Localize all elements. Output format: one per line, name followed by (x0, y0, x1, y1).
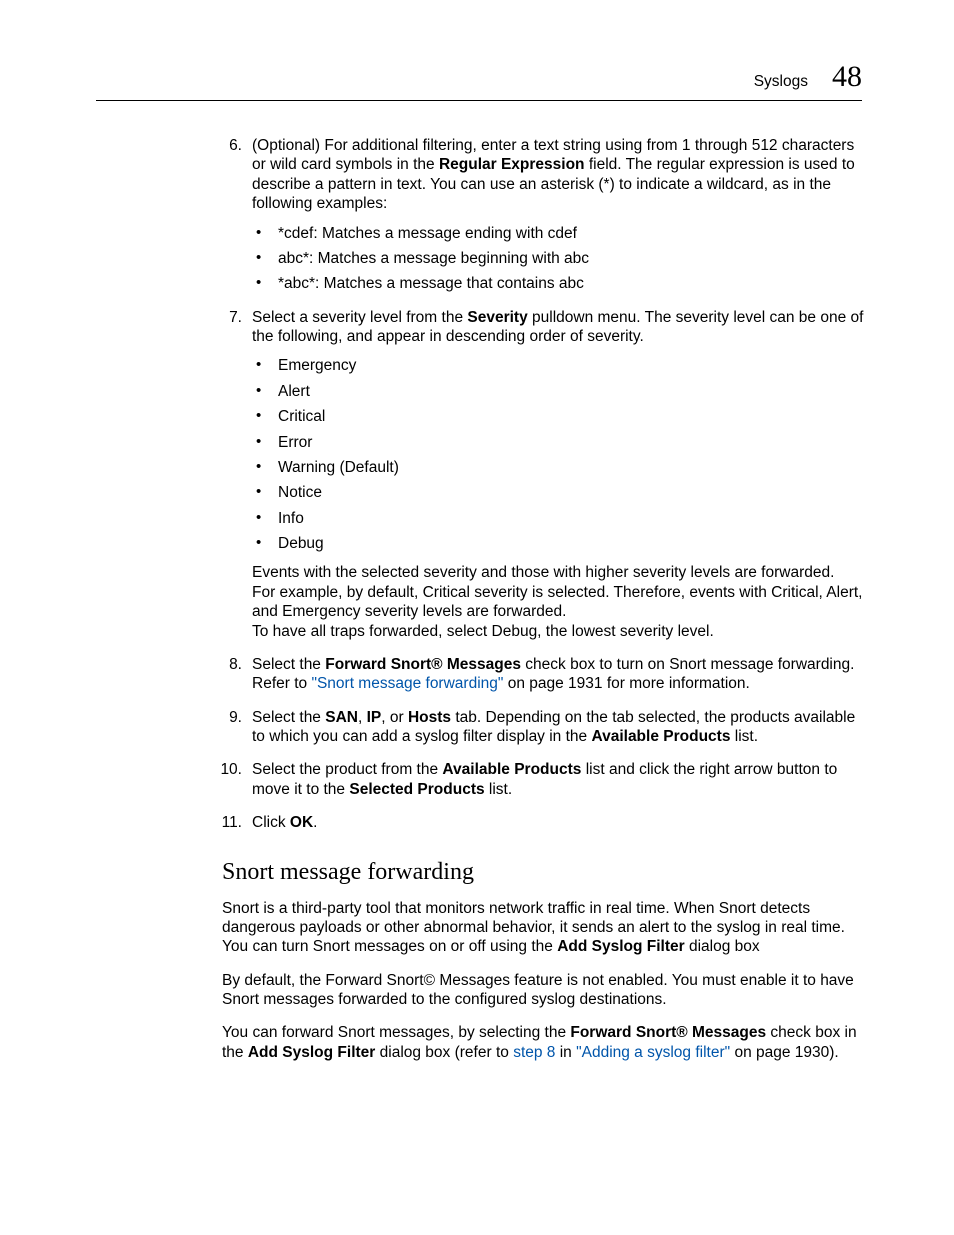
step-number: 10. (220, 760, 242, 779)
step-number: 9. (220, 708, 242, 727)
step-9: 9. Select the SAN, IP, or Hosts tab. Dep… (222, 708, 872, 747)
text: Alert (278, 383, 310, 400)
bullet-item: Alert (252, 382, 872, 401)
step-number: 11. (220, 813, 242, 832)
text: To have all traps forwarded, select Debu… (252, 622, 872, 641)
bullet-item: Debug (252, 534, 872, 553)
header-rule (96, 100, 862, 101)
text: Events with the selected severity and th… (252, 563, 872, 582)
text: dialog box (refer to (375, 1044, 513, 1061)
text: list. (485, 781, 513, 798)
step-number: 7. (220, 308, 242, 327)
step-body: Click OK. (252, 813, 872, 832)
step-7: 7. Select a severity level from the Seve… (222, 308, 872, 641)
bold-text: Forward Snort® Messages (570, 1024, 766, 1041)
paragraph: Snort is a third-party tool that monitor… (222, 899, 872, 957)
step-body: Select the Forward Snort® Messages check… (252, 655, 872, 694)
bullet-item: Notice (252, 483, 872, 502)
step-trailing: Events with the selected severity and th… (252, 563, 872, 641)
text: Info (278, 510, 304, 527)
step-number: 6. (220, 136, 242, 155)
bullet-list: *cdef: Matches a message ending with cde… (252, 224, 872, 294)
text: , or (381, 709, 408, 726)
text: abc*: Matches a message beginning with a… (278, 250, 589, 267)
text: Notice (278, 484, 322, 501)
text: Select the product from the (252, 761, 442, 778)
text: *abc*: Matches a message that contains a… (278, 275, 584, 292)
step-11: 11. Click OK. (222, 813, 872, 832)
text: Select the (252, 656, 325, 673)
paragraph: You can forward Snort messages, by selec… (222, 1023, 872, 1062)
text: in (555, 1044, 576, 1061)
bold-text: Add Syslog Filter (557, 938, 684, 955)
step-10: 10. Select the product from the Availabl… (222, 760, 872, 799)
text: Emergency (278, 357, 356, 374)
step-number: 8. (220, 655, 242, 674)
text: , (358, 709, 367, 726)
step-8: 8. Select the Forward Snort® Messages ch… (222, 655, 872, 694)
bold-text: OK (290, 814, 313, 831)
bold-text: IP (367, 709, 382, 726)
text: You can forward Snort messages, by selec… (222, 1024, 570, 1041)
bullet-item: *cdef: Matches a message ending with cde… (252, 224, 872, 243)
bold-text: Forward Snort® Messages (325, 656, 521, 673)
bullet-item: *abc*: Matches a message that contains a… (252, 274, 872, 293)
bold-text: Regular Expression (439, 156, 585, 173)
step-body: Select the product from the Available Pr… (252, 760, 872, 799)
cross-ref-link[interactable]: step 8 (513, 1044, 555, 1061)
bullet-item: Info (252, 509, 872, 528)
cross-ref-link[interactable]: "Snort message forwarding" (311, 675, 503, 692)
bold-text: SAN (325, 709, 358, 726)
step-6: 6. (Optional) For additional filtering, … (222, 136, 872, 294)
step-body: (Optional) For additional filtering, ent… (252, 136, 872, 214)
text: Debug (278, 535, 324, 552)
bold-text: Severity (467, 309, 527, 326)
header-section: Syslogs (754, 72, 808, 91)
text: Critical (278, 408, 325, 425)
bold-text: Hosts (408, 709, 451, 726)
bold-text: Available Products (442, 761, 581, 778)
bold-text: Selected Products (349, 781, 484, 798)
step-body: Select the SAN, IP, or Hosts tab. Depend… (252, 708, 872, 747)
bullet-item: Warning (Default) (252, 458, 872, 477)
bullet-item: Emergency (252, 356, 872, 375)
text: on page 1931 for more information. (503, 675, 749, 692)
bold-text: Available Products (591, 728, 730, 745)
section-heading: Snort message forwarding (222, 857, 872, 887)
bullet-list: Emergency Alert Critical Error Warning (… (252, 356, 872, 553)
text: Warning (Default) (278, 459, 399, 476)
text: *cdef: Matches a message ending with cde… (278, 225, 577, 242)
page-header: Syslogs 48 (754, 58, 862, 96)
bold-text: Add Syslog Filter (248, 1044, 375, 1061)
text: dialog box (685, 938, 760, 955)
bullet-item: Error (252, 433, 872, 452)
text: list. (730, 728, 758, 745)
text: Select a severity level from the (252, 309, 467, 326)
step-body: Select a severity level from the Severit… (252, 308, 872, 347)
page-content: 6. (Optional) For additional filtering, … (222, 136, 872, 1076)
bullet-item: abc*: Matches a message beginning with a… (252, 249, 872, 268)
text: . (313, 814, 317, 831)
header-page-number: 48 (832, 58, 862, 96)
bullet-item: Critical (252, 407, 872, 426)
text: Error (278, 434, 312, 451)
text: For example, by default, Critical severi… (252, 583, 872, 622)
text: Select the (252, 709, 325, 726)
cross-ref-link[interactable]: "Adding a syslog filter" (576, 1044, 730, 1061)
text: Click (252, 814, 290, 831)
paragraph: By default, the Forward Snort© Messages … (222, 971, 872, 1010)
text: on page 1930). (730, 1044, 839, 1061)
